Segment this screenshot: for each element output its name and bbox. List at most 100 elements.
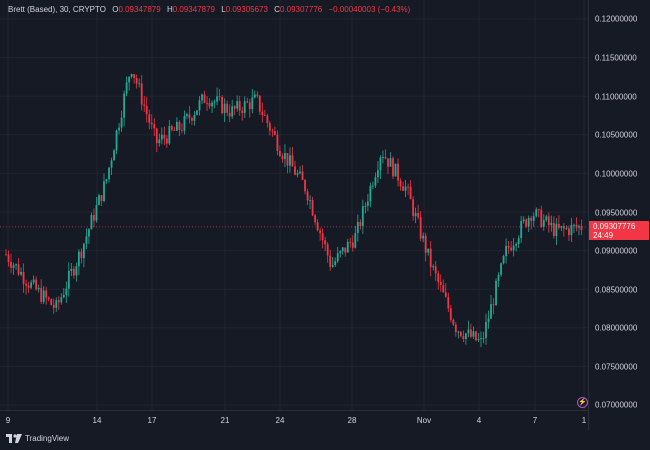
candle-body [437, 273, 440, 282]
candle-body [83, 243, 85, 259]
candle-body [452, 320, 455, 325]
candle-body [201, 94, 203, 101]
candle-body [72, 268, 75, 276]
candle-body [75, 266, 78, 276]
candle-body [329, 255, 332, 267]
candle-body [467, 329, 470, 334]
candle-body [324, 240, 327, 245]
ohlc-legend: Brett (Based), 30, CRYPTO O0.09347879 H0… [8, 5, 410, 14]
candle-body [138, 83, 141, 85]
candle-body [377, 170, 379, 178]
candle-body [550, 222, 553, 226]
candle-body [191, 118, 193, 121]
candle-body [497, 274, 500, 281]
candle-body [552, 222, 555, 237]
candle-body [5, 254, 7, 256]
candle-body [108, 167, 110, 180]
candle-body [150, 122, 153, 125]
time-tick: 9 [5, 416, 11, 425]
candle-body [231, 106, 234, 117]
candle-body [168, 126, 171, 144]
candle-body [547, 216, 550, 226]
candle-body [268, 123, 271, 131]
candle-body [153, 124, 156, 129]
lightning-icon[interactable]: ⚡ [577, 397, 588, 408]
chart-area[interactable]: Brett (Based), 30, CRYPTO O0.09347879 H0… [0, 0, 588, 410]
candle-body [233, 106, 236, 109]
candle-body [203, 94, 206, 103]
candle-body [394, 163, 397, 177]
candle-body [289, 155, 291, 166]
candle-body [399, 180, 402, 187]
candle-body [372, 185, 374, 187]
candle-body [279, 151, 281, 157]
candle-body [439, 281, 442, 285]
candle-body [15, 264, 17, 266]
candle-body [173, 129, 176, 131]
candle-body [198, 100, 201, 111]
candle-body [105, 179, 108, 182]
candle-body [326, 244, 329, 256]
candle-body [522, 219, 525, 222]
symbol-label[interactable]: Brett (Based), 30, CRYPTO [8, 5, 106, 14]
candle-body [361, 206, 364, 227]
candlestick-chart[interactable] [0, 0, 588, 410]
candle-body [60, 297, 63, 303]
candle-body [30, 282, 33, 288]
candle-body [417, 213, 420, 218]
candle-body [429, 248, 432, 268]
candle-body [500, 263, 502, 275]
candle-body [145, 105, 148, 115]
candle-body [218, 96, 221, 98]
time-tick: 14 [92, 416, 102, 425]
candle-body [309, 200, 311, 201]
footer: TradingView [0, 430, 650, 450]
candle-body [70, 268, 73, 271]
price-tick: 0.07000000 [595, 400, 638, 410]
candle-body [211, 102, 213, 107]
candle-body [339, 251, 342, 254]
candle-body [178, 121, 181, 131]
current-price-value: 0.09307776 [593, 222, 636, 231]
candle-body [241, 110, 244, 113]
footer-brand: TradingView [25, 434, 70, 443]
candle-body [485, 321, 487, 339]
candle-body [480, 338, 482, 340]
candle-body [266, 115, 269, 124]
candle-body [402, 186, 404, 191]
time-scale[interactable]: 9 14 17 21 24 28 Nov 4 7 1 [0, 410, 588, 431]
candle-body [555, 223, 558, 237]
candle-body [251, 97, 254, 110]
candle-body [93, 215, 95, 221]
candle-body [495, 280, 497, 306]
candle-body [296, 173, 299, 175]
candle-body [213, 101, 216, 103]
candle-body [193, 114, 196, 121]
candle-body [196, 110, 198, 115]
candle-body [77, 251, 80, 267]
candle-body [537, 209, 540, 211]
price-tick: 0.07500000 [595, 362, 638, 372]
candle-body [434, 266, 437, 274]
time-tick: Nov [416, 416, 432, 425]
candle-body [110, 160, 113, 168]
close-value: 0.09307776 [279, 5, 323, 14]
tradingview-logo[interactable]: TradingView [6, 434, 69, 443]
candle-body [103, 181, 105, 201]
candle-body [100, 195, 103, 201]
candle-body [336, 253, 339, 262]
candle-body [223, 103, 226, 114]
candle-body [454, 324, 457, 333]
price-scale[interactable]: 0.12000000 0.11500000 0.11000000 0.10500… [588, 0, 650, 430]
candle-body [291, 155, 294, 167]
candle-body [477, 339, 480, 341]
candle-body [160, 134, 163, 140]
candle-body [306, 191, 309, 201]
candle-body [442, 284, 445, 293]
candle-body [276, 134, 279, 152]
candle-body [424, 235, 427, 253]
candle-body [236, 101, 239, 109]
candle-body [133, 74, 136, 79]
time-tick: 21 [220, 416, 230, 425]
candle-body [22, 272, 25, 284]
